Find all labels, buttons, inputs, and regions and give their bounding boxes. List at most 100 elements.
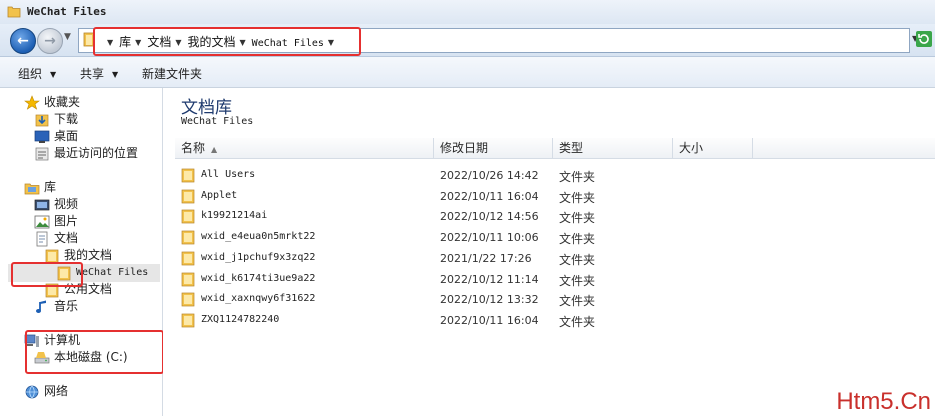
file-type: 文件夹 [559, 170, 596, 184]
nav-item-label: 图片 [54, 214, 79, 228]
folder-icon [181, 292, 195, 310]
title-bar: WeChat Files [0, 0, 935, 25]
table-row[interactable]: wxid_e4eua0n5mrkt22 2022/10/11 10:06 文件夹 [181, 228, 601, 248]
file-date-modified: 2021/1/22 17:26 [440, 251, 532, 265]
nav-libraries[interactable]: 库 [24, 179, 56, 196]
file-name: ZXQ1124782240 [201, 313, 280, 325]
nav-item-label: 桌面 [54, 129, 79, 143]
desktop-icon [34, 129, 50, 145]
nav-favorites-label: 收藏夹 [44, 95, 81, 109]
share-label: 共享 [80, 67, 105, 81]
file-name: All Users [201, 169, 256, 180]
picture-icon [34, 214, 50, 230]
nav-item-label: 文档 [54, 231, 79, 245]
file-type: 文件夹 [559, 252, 596, 267]
file-list-pane: 文档库 WeChat Files 名称 ▲ 修改日期 类型 大小 All User… [163, 88, 935, 416]
arrow-right-icon: → [44, 33, 56, 49]
column-size[interactable]: 大小 [673, 138, 753, 158]
file-type: 文件夹 [559, 211, 596, 226]
table-row[interactable]: k19921214ai 2022/10/12 14:56 文件夹 [181, 207, 601, 227]
nav-item-label: 我的文档 [64, 248, 113, 262]
sort-ascending-icon: ▲ [211, 145, 218, 154]
nav-item-videos[interactable]: 视频 [34, 196, 78, 213]
address-highlight-box [93, 27, 361, 56]
file-name: Applet [201, 189, 238, 201]
nav-libraries-label: 库 [44, 180, 57, 194]
nav-item-recent-places[interactable]: 最近访问的位置 [34, 145, 138, 162]
nav-item-label: 下载 [54, 112, 79, 126]
file-date-modified: 2022/10/11 10:06 [440, 231, 539, 245]
folder-icon [181, 168, 195, 186]
nav-favorites[interactable]: 收藏夹 [24, 94, 80, 111]
arrow-left-icon: ← [17, 33, 29, 49]
star-icon [24, 94, 40, 111]
column-type[interactable]: 类型 [553, 138, 673, 158]
table-row[interactable]: Applet 2022/10/11 16:04 文件夹 [181, 187, 601, 207]
folder-icon [181, 189, 195, 207]
file-date-modified: 2022/10/12 13:32 [440, 293, 539, 307]
column-header: 名称 ▲ 修改日期 类型 大小 [175, 138, 935, 159]
file-name: wxid_xaxnqwy6f31622 [201, 293, 316, 305]
my-documents-highlight-box [25, 330, 164, 374]
column-name-label: 名称 [181, 141, 206, 155]
organize-menu[interactable]: 组织 ▼ [18, 65, 56, 82]
file-name: wxid_j1pchuf9x3zq22 [201, 251, 316, 263]
network-icon [24, 384, 40, 400]
forward-button[interactable]: → [37, 28, 63, 54]
nav-network-label: 网络 [44, 384, 69, 398]
folder-icon [181, 313, 195, 331]
file-type: 文件夹 [559, 232, 596, 247]
file-date-modified: 2022/10/12 11:14 [440, 272, 539, 286]
library-highlight-box [11, 262, 83, 287]
library-icon [24, 180, 40, 196]
file-name: wxid_k6174ti3ue9a22 [201, 272, 316, 284]
file-date-modified: 2022/10/26 14:42 [440, 169, 539, 182]
file-type: 文件夹 [559, 273, 596, 288]
library-title: 文档库 [181, 98, 232, 118]
nav-item-label: 音乐 [54, 299, 79, 313]
command-toolbar: 组织 ▼ 共享 ▼ 新建文件夹 [0, 57, 935, 88]
refresh-icon[interactable] [916, 31, 932, 47]
nav-item-music[interactable]: 音乐 [34, 298, 78, 315]
file-date-modified: 2022/10/11 16:04 [440, 313, 539, 327]
nav-item-documents[interactable]: 文档 [34, 230, 78, 247]
new-folder-button[interactable]: 新建文件夹 [142, 65, 202, 82]
share-menu[interactable]: 共享 ▼ [80, 65, 118, 82]
watermark: Htm5.Cn [836, 388, 931, 415]
table-row[interactable]: wxid_j1pchuf9x3zq22 2021/1/22 17:26 文件夹 [181, 249, 601, 269]
music-icon [34, 299, 50, 315]
nav-item-label: 视频 [54, 197, 79, 211]
table-row[interactable]: wxid_xaxnqwy6f31622 2022/10/12 13:32 文件夹 [181, 290, 601, 310]
chevron-down-icon: ▼ [112, 70, 119, 79]
nav-item-label: 最近访问的位置 [54, 146, 139, 160]
navigation-pane: 收藏夹 下载 桌面 最近访问的位置 库 视频 图片 文档 我的文档 WeChat… [0, 88, 164, 416]
chevron-down-icon: ▼ [50, 70, 57, 79]
file-date-modified: 2022/10/11 16:04 [440, 189, 539, 203]
nav-network[interactable]: 网络 [24, 383, 68, 400]
file-name: wxid_e4eua0n5mrkt22 [201, 231, 316, 243]
back-button[interactable]: ← [10, 28, 36, 54]
nav-item-downloads[interactable]: 下载 [34, 111, 78, 128]
recent-pages-dropdown[interactable]: ▼ [64, 32, 71, 42]
column-date-modified[interactable]: 修改日期 [434, 138, 553, 158]
file-type: 文件夹 [559, 314, 596, 329]
window-title: WeChat Files [27, 5, 107, 18]
table-row[interactable]: All Users 2022/10/26 14:42 文件夹 [181, 166, 601, 186]
file-type: 文件夹 [559, 190, 596, 205]
file-date-modified: 2022/10/12 14:56 [440, 210, 539, 224]
recent-places-icon [34, 146, 50, 162]
folder-icon [7, 5, 21, 21]
table-row[interactable]: ZXQ1124782240 2022/10/11 16:04 文件夹 [181, 311, 601, 331]
nav-item-pictures[interactable]: 图片 [34, 213, 78, 230]
nav-item-label: WeChat Files [76, 267, 149, 278]
folder-icon [181, 209, 195, 227]
download-folder-icon [34, 112, 50, 128]
folder-icon [181, 272, 195, 290]
table-row[interactable]: wxid_k6174ti3ue9a22 2022/10/12 11:14 文件夹 [181, 270, 601, 290]
file-name: k19921214ai [201, 210, 268, 222]
video-icon [34, 197, 50, 213]
column-name[interactable]: 名称 ▲ [175, 138, 434, 158]
organize-label: 组织 [18, 67, 43, 81]
nav-item-desktop[interactable]: 桌面 [34, 128, 78, 145]
folder-icon [181, 230, 195, 248]
